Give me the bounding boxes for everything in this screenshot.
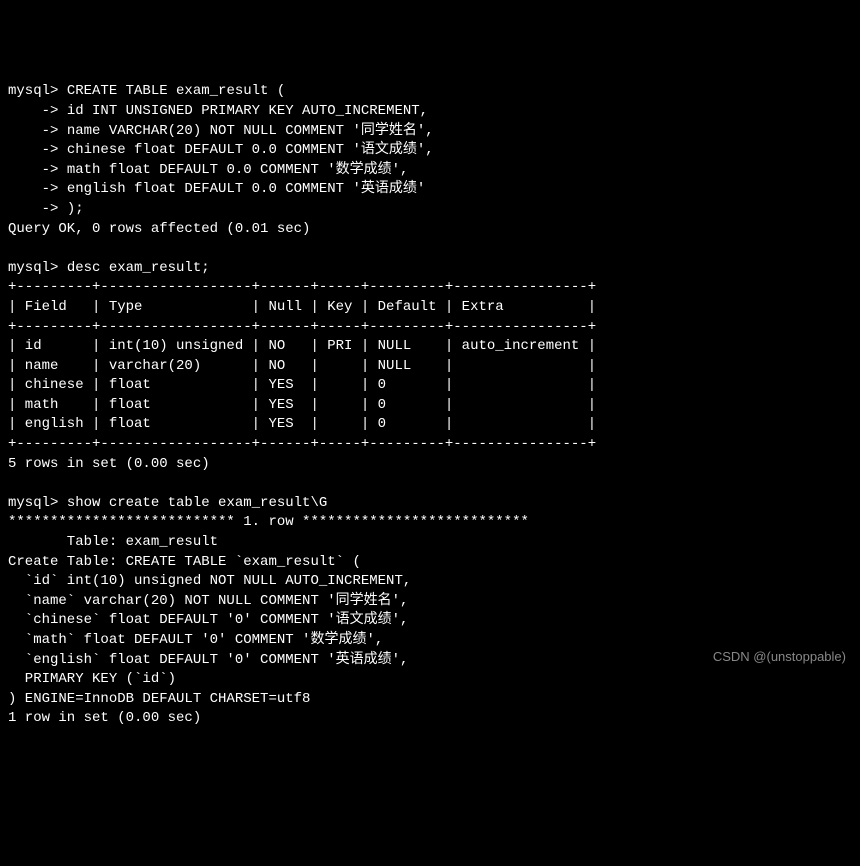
create-table-col: `name` varchar(20) NOT NULL COMMENT '同学姓… bbox=[8, 593, 408, 609]
cont-prompt: -> bbox=[8, 162, 67, 178]
sql-show-create-cmd: show create table exam_result\G bbox=[67, 495, 327, 511]
prompt: mysql> bbox=[8, 83, 67, 99]
prompt: mysql> bbox=[8, 260, 67, 276]
cont-prompt: -> bbox=[8, 181, 67, 197]
table-border-bottom: +---------+------------------+------+---… bbox=[8, 436, 596, 452]
sql-create-line1: CREATE TABLE exam_result ( bbox=[67, 83, 285, 99]
create-table-col: `math` float DEFAULT '0' COMMENT '数学成绩', bbox=[8, 632, 383, 648]
table-row: | name | varchar(20) | NO | | NULL | | bbox=[8, 358, 596, 374]
table-name-label: Table: exam_result bbox=[8, 534, 218, 550]
cont-prompt: -> bbox=[8, 201, 67, 217]
rows-result: 5 rows in set (0.00 sec) bbox=[8, 456, 210, 472]
create-table-col: `english` float DEFAULT '0' COMMENT '英语成… bbox=[8, 652, 408, 668]
table-row: | chinese | float | YES | | 0 | | bbox=[8, 377, 596, 393]
prompt: mysql> bbox=[8, 495, 67, 511]
row-separator: *************************** 1. row *****… bbox=[8, 514, 529, 530]
terminal-output: mysql> CREATE TABLE exam_result ( -> id … bbox=[8, 82, 852, 729]
table-row: | english | float | YES | | 0 | | bbox=[8, 416, 596, 432]
cont-prompt: -> bbox=[8, 123, 67, 139]
create-table-col: `id` int(10) unsigned NOT NULL AUTO_INCR… bbox=[8, 573, 411, 589]
cont-prompt: -> bbox=[8, 103, 67, 119]
sql-create-line2: id INT UNSIGNED PRIMARY KEY AUTO_INCREME… bbox=[67, 103, 428, 119]
sql-create-line3: name VARCHAR(20) NOT NULL COMMENT '同学姓名'… bbox=[67, 123, 434, 139]
create-table-output: Create Table: CREATE TABLE `exam_result`… bbox=[8, 554, 361, 570]
table-border-top: +---------+------------------+------+---… bbox=[8, 279, 596, 295]
table-row: | math | float | YES | | 0 | | bbox=[8, 397, 596, 413]
sql-create-line6: english float DEFAULT 0.0 COMMENT '英语成绩' bbox=[67, 181, 425, 197]
sql-create-line4: chinese float DEFAULT 0.0 COMMENT '语文成绩'… bbox=[67, 142, 434, 158]
table-border-mid: +---------+------------------+------+---… bbox=[8, 319, 596, 335]
watermark: CSDN @(unstoppable) bbox=[713, 648, 846, 666]
create-table-engine: ) ENGINE=InnoDB DEFAULT CHARSET=utf8 bbox=[8, 691, 310, 707]
sql-create-line7: ); bbox=[67, 201, 84, 217]
table-row: | id | int(10) unsigned | NO | PRI | NUL… bbox=[8, 338, 596, 354]
table-header: | Field | Type | Null | Key | Default | … bbox=[8, 299, 596, 315]
create-table-col: `chinese` float DEFAULT '0' COMMENT '语文成… bbox=[8, 612, 408, 628]
query-result: Query OK, 0 rows affected (0.01 sec) bbox=[8, 221, 310, 237]
sql-create-line5: math float DEFAULT 0.0 COMMENT '数学成绩', bbox=[67, 162, 409, 178]
one-row-result: 1 row in set (0.00 sec) bbox=[8, 710, 201, 726]
cont-prompt: -> bbox=[8, 142, 67, 158]
sql-desc-cmd: desc exam_result; bbox=[67, 260, 210, 276]
create-table-col: PRIMARY KEY (`id`) bbox=[8, 671, 176, 687]
